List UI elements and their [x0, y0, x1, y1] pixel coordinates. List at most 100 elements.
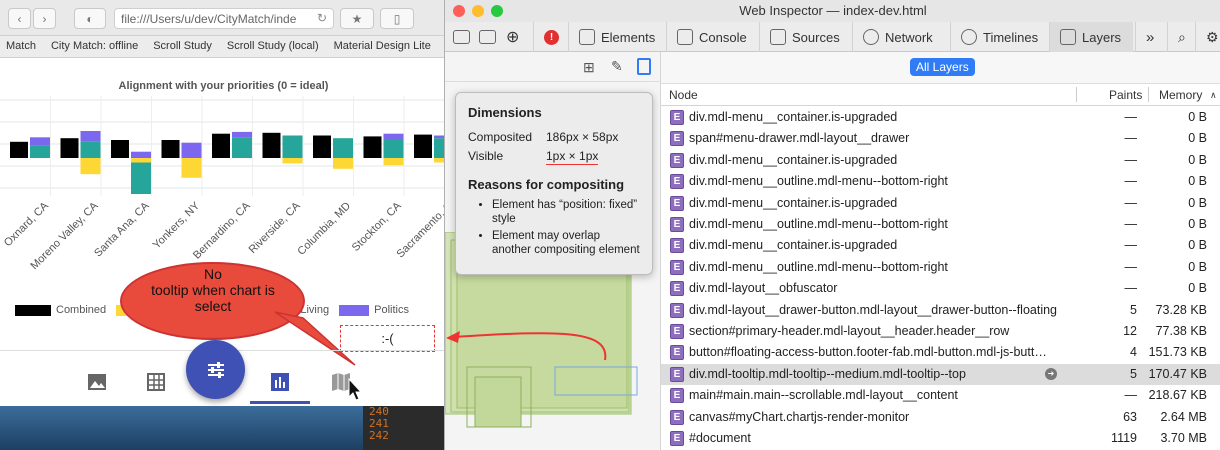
tab-sources[interactable]: Sources [759, 22, 851, 52]
table-row[interactable]: Ediv.mdl-layout__obfuscator — 0 B [661, 278, 1220, 299]
sidebar-toggle-button[interactable]: ▯ [380, 8, 414, 29]
bar-combined[interactable] [212, 133, 230, 158]
bar-segment[interactable] [80, 158, 101, 175]
search-button[interactable]: ⌕ [1167, 22, 1194, 52]
paintbrush-icon[interactable]: ✎ [611, 58, 623, 75]
sidebar-panel-icon[interactable] [637, 58, 651, 75]
forward-button[interactable]: › [33, 8, 56, 29]
node-name: div.mdl-menu__outline.mdl-menu--bottom-r… [689, 217, 948, 231]
all-layers-filter[interactable]: All Layers [910, 58, 975, 76]
bookmark-item[interactable]: Material Design Lite [334, 40, 431, 53]
bar-segment[interactable] [80, 141, 101, 158]
column-paints[interactable]: Paints [1109, 88, 1142, 102]
grid-icon[interactable]: ⊞ [583, 59, 595, 76]
window-title: Web Inspector — index-dev.html [739, 3, 927, 18]
column-node[interactable]: Node [669, 88, 698, 102]
bookmark-item[interactable]: City Match: offline [51, 40, 138, 53]
chart-canvas[interactable] [0, 96, 447, 196]
more-tabs-button[interactable]: » [1135, 22, 1165, 52]
bar-segment[interactable] [181, 142, 202, 158]
back-button[interactable]: ‹ [8, 8, 31, 29]
bookmark-button[interactable]: ★ [340, 8, 374, 29]
tooltip-placeholder: :-( [340, 325, 435, 352]
bar-combined[interactable] [60, 138, 79, 158]
table-icon[interactable] [145, 371, 167, 393]
node-name: div.mdl-layout__drawer-button.mdl-layout… [689, 302, 1058, 317]
bar-combined[interactable] [313, 135, 331, 159]
table-row[interactable]: Esection#primary-header.mdl-layout__head… [661, 321, 1220, 342]
bar-segment[interactable] [30, 137, 50, 146]
zoom-window-icon[interactable] [491, 5, 503, 17]
memory-value: 73.28 KB [1155, 302, 1207, 317]
bar-segment[interactable] [383, 133, 404, 140]
privacy-button[interactable]: ◐ [74, 8, 106, 29]
bar-combined[interactable] [262, 132, 281, 158]
bar-combined[interactable] [161, 140, 180, 158]
minimize-window-icon[interactable] [472, 5, 484, 17]
bar-segment[interactable] [333, 138, 353, 158]
error-indicator-button[interactable]: ! [533, 22, 567, 52]
bar-segment[interactable] [282, 158, 303, 164]
bar-segment[interactable] [383, 140, 404, 158]
mouse-cursor-icon [348, 378, 363, 401]
table-header: Node Paints Memory ∧ [661, 84, 1220, 106]
bar-segment[interactable] [232, 137, 252, 158]
node-name: button#floating-access-button.footer-fab… [689, 345, 1047, 360]
table-row[interactable]: Ediv.mdl-menu__container.is-upgraded — 0 B [661, 193, 1220, 214]
image-icon[interactable] [86, 371, 108, 393]
bar-chart-icon[interactable] [269, 371, 291, 393]
table-row[interactable]: Ediv.mdl-menu__container.is-upgraded — 0 B [661, 235, 1220, 256]
dock-side-button[interactable] [445, 22, 473, 52]
tab-timelines[interactable]: Timelines [950, 22, 1049, 52]
bar-segment[interactable] [30, 145, 50, 158]
table-row[interactable]: Emain#main.main--scrollable.mdl-layout__… [661, 385, 1220, 406]
bar-segment[interactable] [232, 131, 252, 138]
table-row[interactable]: Ediv.mdl-menu__container.is-upgraded — 0 B [661, 150, 1220, 171]
element-picker-button[interactable]: ⊕ [503, 22, 531, 52]
bar-segment[interactable] [181, 158, 202, 178]
floating-access-button[interactable] [186, 340, 245, 399]
bar-combined[interactable] [414, 134, 432, 158]
bookmark-item[interactable]: Match [6, 40, 36, 53]
table-row[interactable]: Ediv.mdl-menu__outline.mdl-menu--bottom-… [661, 171, 1220, 192]
tab-network[interactable]: Network [852, 22, 948, 52]
tab-layers[interactable]: Layers [1049, 22, 1133, 52]
legend-item[interactable]: Combined [15, 304, 106, 316]
layers-visual-pane[interactable]: ⊞ ✎ Dimensions Composited 186px × 58px Vi… [445, 52, 661, 450]
paints-count: — [1124, 388, 1138, 403]
close-window-icon[interactable] [453, 5, 465, 17]
table-row[interactable]: Ediv.mdl-menu__outline.mdl-menu--bottom-… [661, 214, 1220, 235]
bar-segment[interactable] [131, 158, 151, 163]
table-row[interactable]: Ediv.mdl-menu__outline.mdl-menu--bottom-… [661, 257, 1220, 278]
bar-segment[interactable] [131, 162, 151, 195]
dock-bottom-button[interactable] [475, 22, 503, 52]
bar-segment[interactable] [383, 158, 404, 166]
tab-console[interactable]: Console [666, 22, 758, 52]
bar-segment[interactable] [80, 131, 101, 142]
table-row[interactable]: Ecanvas#myChart.chartjs-render-monitor 63… [661, 407, 1220, 428]
bar-segment[interactable] [131, 151, 151, 158]
column-memory[interactable]: Memory [1159, 88, 1202, 102]
bar-combined[interactable] [111, 140, 129, 158]
bar-combined[interactable] [10, 141, 28, 158]
table-row[interactable]: Espan#menu-drawer.mdl-layout__drawer — 0 B [661, 128, 1220, 149]
settings-button[interactable]: ⚙ [1195, 22, 1220, 52]
table-row[interactable]: Ediv.mdl-menu__container.is-upgraded — 0 B [661, 107, 1220, 128]
paints-count: — [1124, 110, 1138, 124]
element-icon: E [670, 217, 684, 232]
bar-segment[interactable] [333, 158, 353, 169]
bookmark-item[interactable]: Scroll Study [153, 40, 212, 53]
bookmark-item[interactable]: Scroll Study (local) [227, 40, 319, 53]
go-to-arrow-icon[interactable]: ➜ [1045, 367, 1057, 380]
table-row[interactable]: Ediv.mdl-layout__drawer-button.mdl-layou… [661, 300, 1220, 321]
tab-elements[interactable]: Elements [568, 22, 664, 52]
bar-segment[interactable] [282, 135, 303, 159]
address-bar[interactable]: file:///Users/u/dev/CityMatch/inde ↻ [114, 8, 334, 29]
reload-icon[interactable]: ↻ [317, 11, 327, 25]
x-tick-label: Stockton, CA [350, 200, 404, 254]
bar-combined[interactable] [363, 136, 382, 158]
table-row[interactable]: Ediv.mdl-tooltip.mdl-tooltip--medium.mdl… [661, 363, 1220, 386]
table-row[interactable]: Ebutton#floating-access-button.footer-fa… [661, 342, 1220, 363]
table-row[interactable]: E #document 1119 3.70 MB [661, 428, 1220, 449]
element-icon: E [670, 195, 684, 211]
